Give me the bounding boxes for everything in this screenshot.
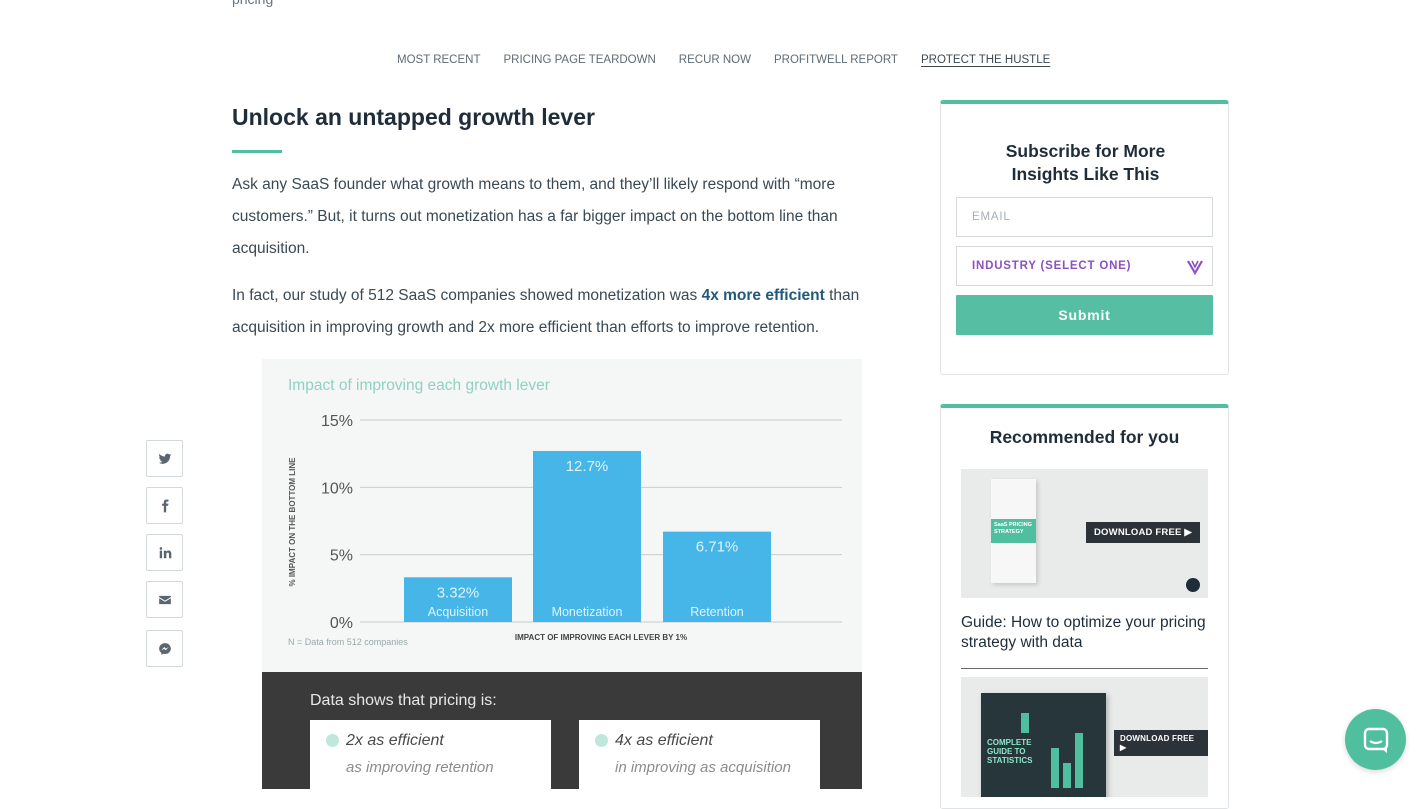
nav-profitwell-report[interactable]: PROFITWELL REPORT <box>774 54 898 66</box>
share-messenger-button[interactable] <box>146 630 183 667</box>
facebook-icon <box>161 499 168 512</box>
efficiency-link[interactable]: 4x more efficient <box>702 287 825 304</box>
industry-select[interactable]: INDUSTRY (SELECT ONE) <box>956 246 1213 286</box>
recommended-item-1-image[interactable]: SaaS PRICING STRATEGY DOWNLOAD FREE ▶ <box>961 469 1208 598</box>
heading-underline <box>232 150 282 153</box>
nav-protect-the-hustle[interactable]: PROTECT THE HUSTLE <box>921 54 1050 66</box>
callout-card-headline: 2x as efficient <box>346 732 444 749</box>
paragraph-study-text-1: In fact, our study of 512 SaaS companies… <box>232 287 702 304</box>
recommended-item-2-image[interactable]: COMPLETE GUIDE TO STATISTICS DOWNLOAD FR… <box>961 677 1208 797</box>
download-badge: DOWNLOAD FREE ▶ <box>1086 522 1200 543</box>
ebook-cover: COMPLETE GUIDE TO STATISTICS <box>981 693 1106 797</box>
callout-card-headline: 4x as efficient <box>615 732 713 749</box>
download-badge: DOWNLOAD FREE ▶ <box>1114 730 1208 756</box>
chat-icon <box>1363 727 1388 753</box>
bar-value-label: 12.7% <box>566 458 609 475</box>
bar-category-label: Monetization <box>552 605 623 619</box>
y-axis-label: % IMPACT ON THE BOTTOM LINE <box>288 457 297 587</box>
share-linkedin-button[interactable] <box>146 534 183 571</box>
pricing-callout: Data shows that pricing is: 2x as effici… <box>262 672 862 789</box>
recommended-divider <box>961 668 1208 669</box>
industry-placeholder: INDUSTRY (SELECT ONE) <box>972 260 1132 272</box>
recommended-title: Recommended for you <box>989 427 1180 447</box>
recommended-item-1-link[interactable]: Guide: How to optimize your pricing stra… <box>961 613 1211 653</box>
chevron-down-icon <box>1187 260 1203 276</box>
y-tick-label: 10% <box>321 480 353 497</box>
paragraph-intro: Ask any SaaS founder what growth means t… <box>232 176 838 257</box>
bar-monetization <box>533 450 641 622</box>
x-axis-label: IMPACT OF IMPROVING EACH LEVER BY 1% <box>515 633 687 642</box>
profitwell-logo-icon <box>1186 578 1200 592</box>
ebook-cover: SaaS PRICING STRATEGY <box>991 479 1036 583</box>
y-tick-label: 15% <box>321 413 353 430</box>
callout-card-retention: 2x as efficient as improving retention <box>310 720 551 789</box>
submit-button[interactable]: Submit <box>956 295 1213 335</box>
callout-card-acquisition: 4x as efficient in improving as acquisit… <box>579 720 820 789</box>
bar-category-label: Retention <box>690 605 744 619</box>
ebook-cover-title: COMPLETE GUIDE TO STATISTICS <box>987 738 1033 765</box>
bar-category-label: Acquisition <box>428 605 488 619</box>
email-placeholder: EMAIL <box>972 211 1011 223</box>
subscribe-title: Subscribe for More Insights Like This <box>941 140 1230 186</box>
y-tick-label: 0% <box>330 615 353 632</box>
y-tick-label: 5% <box>330 548 353 565</box>
arrow-circle-icon <box>326 734 339 747</box>
arrow-circle-icon <box>595 734 608 747</box>
chart-panel: Impact of improving each growth lever 15… <box>262 359 862 672</box>
share-facebook-button[interactable] <box>146 487 183 524</box>
nav-recur-now[interactable]: RECUR NOW <box>679 54 751 66</box>
share-email-button[interactable] <box>146 581 183 618</box>
subscribe-title-text: Subscribe for More Insights Like This <box>1005 141 1166 184</box>
bar-value-label: 3.32% <box>437 584 480 601</box>
paragraph-study: In fact, our study of 512 SaaS companies… <box>232 280 872 344</box>
chart-note: N = Data from 512 companies <box>288 637 408 647</box>
callout-title: Data shows that pricing is: <box>310 692 497 709</box>
email-field[interactable]: EMAIL <box>956 197 1213 237</box>
callout-card-detail: as improving retention <box>346 759 494 776</box>
callout-card-detail: in improving as acquisition <box>615 759 791 776</box>
bar-chart: 15% 10% 5% 0% 3.32% Acquisition 12.7% Monetizat… <box>288 413 842 647</box>
article-figure: Impact of improving each growth lever 15… <box>262 359 862 789</box>
top-nav: MOST RECENT PRICING PAGE TEARDOWN RECUR … <box>397 54 1050 66</box>
messenger-icon <box>158 642 171 655</box>
clipped-header-text: pricing <box>232 0 273 7</box>
article-heading: Unlock an untapped growth lever <box>232 104 595 130</box>
linkedin-icon <box>159 546 171 558</box>
chat-launcher-button[interactable] <box>1345 709 1406 770</box>
share-twitter-button[interactable] <box>146 440 183 477</box>
nav-most-recent[interactable]: MOST RECENT <box>397 54 481 66</box>
ebook-cover-title: SaaS PRICING STRATEGY <box>994 522 1032 535</box>
nav-pricing-page-teardown[interactable]: PRICING PAGE TEARDOWN <box>504 54 656 66</box>
twitter-icon <box>158 453 171 464</box>
bar-value-label: 6.71% <box>696 539 739 556</box>
email-icon <box>158 595 171 604</box>
